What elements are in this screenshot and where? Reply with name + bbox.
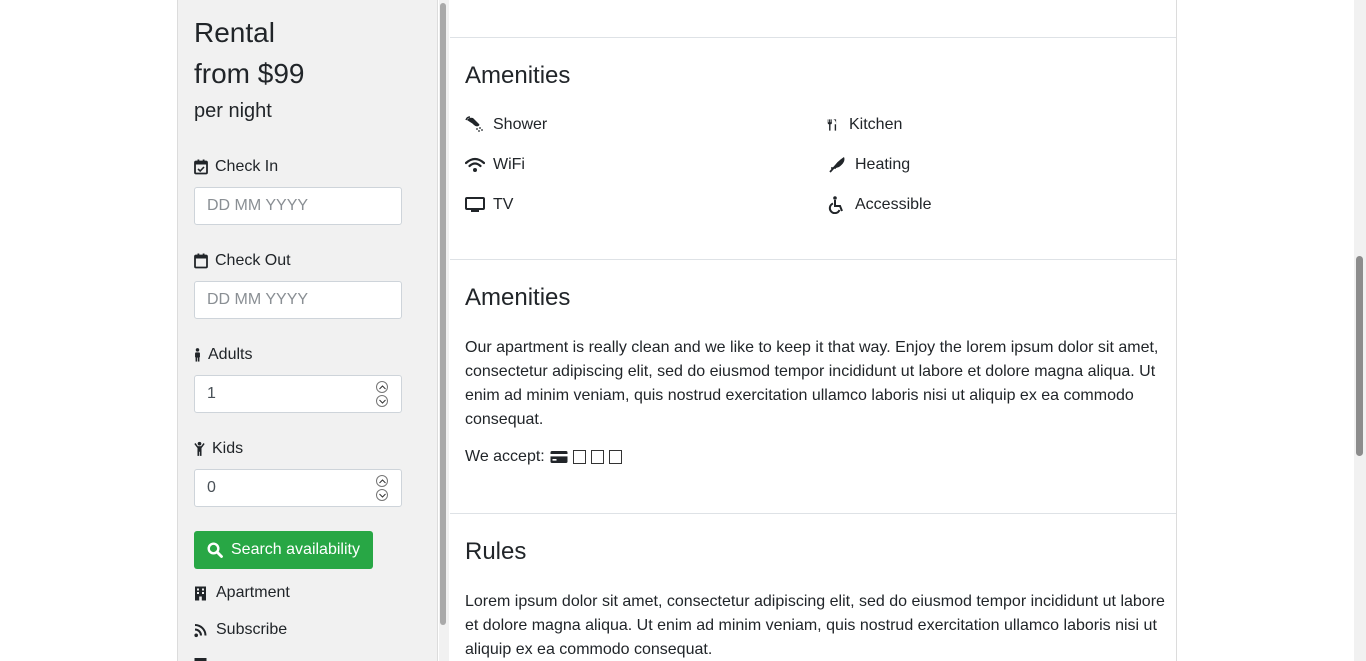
check-in-label-text: Check In	[215, 158, 279, 175]
check-out-input[interactable]	[194, 281, 402, 319]
adults-spinner[interactable]	[376, 381, 389, 407]
amenities-description: Our apartment is really clean and we lik…	[465, 339, 1159, 428]
adults-decrement-button[interactable]	[376, 395, 388, 407]
amenity-tv: TV	[465, 196, 513, 214]
child-icon	[194, 441, 205, 456]
tv-icon	[465, 197, 485, 212]
main-content: Amenities Shower Kitchen WiFi Heating TV…	[450, 0, 1177, 661]
amenity-kitchen-label: Kitchen	[849, 116, 903, 133]
wifi-icon	[465, 157, 485, 172]
section-divider	[450, 259, 1176, 260]
adults-label-text: Adults	[208, 346, 253, 363]
amenity-tv-label: TV	[493, 196, 514, 213]
sidebar-link-subscribe-label: Subscribe	[216, 621, 288, 638]
check-out-label: Check Out	[194, 251, 291, 271]
building-icon	[195, 586, 206, 600]
sidebar-link-subscribe[interactable]: Subscribe	[194, 621, 287, 639]
card-brand-icon-1	[572, 450, 586, 464]
credit-card-icon	[550, 451, 568, 463]
kids-label-text: Kids	[212, 440, 244, 457]
kids-value: 0	[207, 479, 216, 496]
price-title: Rental	[194, 17, 275, 48]
price-amount: from $99	[194, 58, 305, 89]
partial-icon	[194, 658, 207, 661]
amenity-wifi-label: WiFi	[493, 156, 525, 173]
chevron-up-icon	[378, 478, 386, 483]
chevron-down-icon	[378, 399, 386, 404]
search-icon	[207, 542, 223, 558]
rules-description: Lorem ipsum dolor sit amet, consectetur …	[465, 593, 1165, 658]
calendar-check-icon	[194, 159, 208, 175]
amenity-accessible-label: Accessible	[855, 196, 932, 213]
sidebar-link-apartment-label: Apartment	[216, 584, 290, 601]
kids-label: Kids	[194, 439, 243, 459]
card-brand-icon-2	[590, 450, 604, 464]
amenity-wifi: WiFi	[465, 156, 525, 174]
check-out-label-text: Check Out	[215, 252, 291, 269]
person-icon	[195, 348, 200, 362]
sidebar-link-apartment[interactable]: Apartment	[194, 584, 290, 602]
calendar-icon	[194, 253, 208, 269]
amenity-kitchen: Kitchen	[827, 116, 902, 134]
sidebar-scrollbar-thumb[interactable]	[440, 3, 446, 625]
amenity-heating-label: Heating	[855, 156, 911, 173]
search-availability-button[interactable]: Search availability	[194, 531, 373, 569]
card-brand-icon-3	[608, 450, 622, 464]
search-availability-label: Search availability	[231, 541, 360, 558]
booking-sidebar: Rental from $99 per night Check In Check…	[177, 0, 438, 661]
amenity-shower: Shower	[465, 116, 547, 134]
kids-increment-button[interactable]	[376, 475, 388, 487]
adults-increment-button[interactable]	[376, 381, 388, 393]
section-divider	[450, 513, 1176, 514]
rss-icon	[194, 623, 207, 637]
amenities-text-title: Amenities	[465, 284, 571, 311]
adults-stepper[interactable]: 1	[194, 375, 402, 413]
price-unit: per night	[194, 100, 272, 122]
wheelchair-icon	[828, 196, 843, 214]
section-divider	[450, 37, 1176, 38]
check-in-label: Check In	[194, 157, 278, 177]
accept-label: We accept:	[465, 448, 545, 465]
adults-value: 1	[207, 385, 216, 402]
kids-decrement-button[interactable]	[376, 489, 388, 501]
rules-title: Rules	[465, 538, 527, 565]
kids-spinner[interactable]	[376, 475, 389, 501]
chevron-down-icon	[378, 493, 386, 498]
adults-label: Adults	[194, 345, 252, 365]
amenities-title: Amenities	[465, 62, 571, 89]
kids-stepper[interactable]: 0	[194, 469, 402, 507]
window-scrollbar-thumb[interactable]	[1356, 256, 1363, 456]
sidebar-link-partial[interactable]	[194, 656, 207, 661]
chevron-up-icon	[378, 384, 386, 389]
shower-icon	[465, 116, 483, 132]
amenity-shower-label: Shower	[493, 116, 548, 133]
payment-methods: We accept:	[465, 448, 622, 466]
feather-icon	[829, 157, 845, 173]
utensils-icon	[827, 119, 837, 131]
check-in-input[interactable]	[194, 187, 402, 225]
amenity-accessible: Accessible	[827, 196, 931, 214]
amenity-heating: Heating	[827, 156, 910, 174]
